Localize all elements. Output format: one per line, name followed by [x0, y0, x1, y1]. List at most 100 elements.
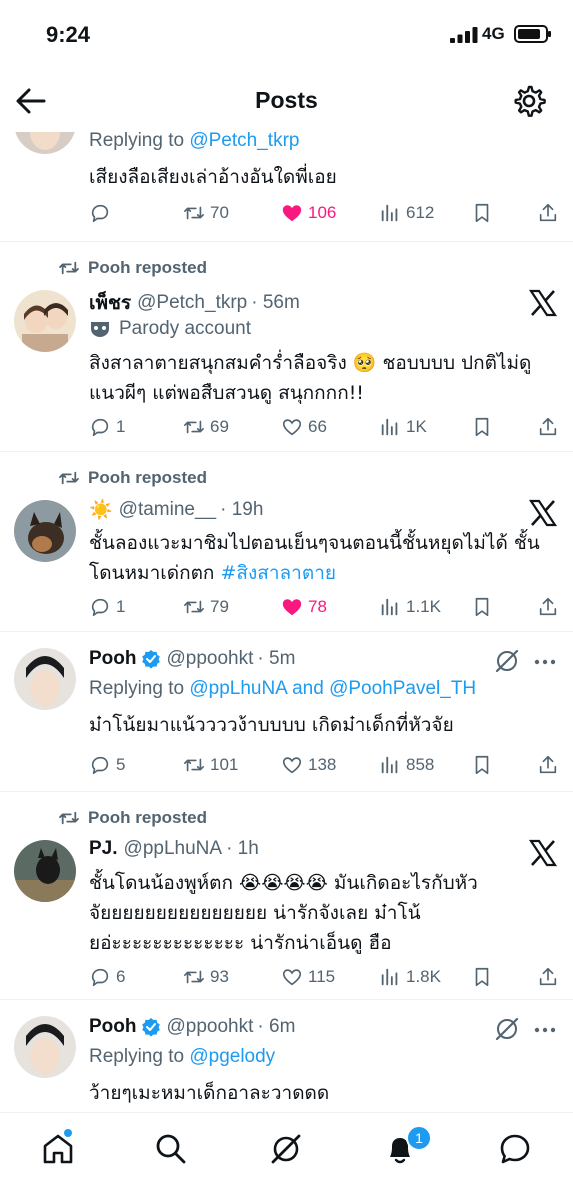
- bookmark-button[interactable]: [471, 752, 493, 778]
- share-button[interactable]: [537, 752, 559, 778]
- nav-search[interactable]: [153, 1131, 189, 1167]
- views-icon: [381, 204, 398, 222]
- repost-button[interactable]: 101: [183, 752, 238, 778]
- reply-button[interactable]: 1: [89, 414, 125, 440]
- replying-to: Replying to @ppLhuNA and @PoohPavel_TH: [89, 678, 477, 699]
- home-icon: [43, 1134, 73, 1164]
- reply-button[interactable]: 1: [89, 594, 125, 620]
- repost-button[interactable]: 93: [183, 964, 229, 990]
- avatar[interactable]: [14, 500, 76, 562]
- bookmark-button[interactable]: [471, 964, 493, 990]
- display-name: Pooh: [89, 648, 137, 669]
- avatar[interactable]: [14, 1016, 76, 1078]
- repost-icon: [59, 261, 79, 275]
- like-button[interactable]: 138: [281, 752, 336, 778]
- share-icon: [539, 967, 557, 986]
- x-logo-icon: [528, 499, 558, 527]
- bookmark-button[interactable]: [471, 594, 493, 620]
- like-button[interactable]: 66: [281, 414, 327, 440]
- status-bar: 9:24 4G: [0, 0, 573, 70]
- signal-icon: [450, 27, 478, 43]
- timestamp: · 5m: [257, 648, 296, 669]
- repost-button[interactable]: 70: [183, 200, 229, 226]
- display-name: ☀️: [89, 500, 113, 521]
- author-line[interactable]: เพ็ชร @Petch_tkrp · 56m: [89, 288, 300, 318]
- mention-link[interactable]: @ppLhuNA and @PoohPavel_TH: [189, 678, 476, 699]
- replying-to: Replying to @pgelody: [89, 1046, 276, 1067]
- bookmark-icon: [475, 755, 489, 775]
- post[interactable]: Replying to @Petch_tkrp เสียงลือเสียงเล่…: [0, 132, 573, 242]
- timestamp: · 19h: [220, 499, 264, 520]
- share-icon: [539, 755, 557, 774]
- avatar[interactable]: [14, 290, 76, 352]
- more-options-icon[interactable]: [534, 658, 556, 666]
- timestamp: · 6m: [257, 1016, 296, 1037]
- verified-badge-icon: [141, 650, 160, 669]
- more-options-icon[interactable]: [534, 1026, 556, 1034]
- post[interactable]: Pooh reposted ☀️ @tamine__ · 19h ชั้นลอง…: [0, 452, 573, 632]
- avatar[interactable]: [14, 648, 76, 710]
- post[interactable]: Pooh @ppoohkt · 6m Replying to @pgelody …: [0, 1000, 573, 1112]
- feed: Replying to @Petch_tkrp เสียงลือเสียงเล่…: [0, 132, 573, 1112]
- bottom-nav: 1: [0, 1112, 573, 1200]
- views-button[interactable]: 1.8K: [379, 964, 441, 990]
- reply-button[interactable]: 5: [89, 752, 125, 778]
- home-unread-dot: [64, 1129, 72, 1137]
- repost-indicator: Pooh reposted: [58, 808, 207, 828]
- grok-icon[interactable]: [494, 648, 520, 674]
- like-button[interactable]: 106: [281, 200, 336, 226]
- nav-grok[interactable]: [268, 1131, 304, 1167]
- repost-icon: [184, 600, 204, 614]
- hashtag-link[interactable]: #สิงสาลาตาย: [220, 562, 336, 584]
- nav-home[interactable]: [40, 1131, 76, 1167]
- bookmark-button[interactable]: [471, 200, 493, 226]
- post-actions: 6 93 115 1.8K: [89, 964, 559, 990]
- views-button[interactable]: 1K: [379, 414, 427, 440]
- reply-button[interactable]: 6: [89, 964, 125, 990]
- author-line[interactable]: PJ. @ppLhuNA · 1h: [89, 838, 259, 860]
- mention-link[interactable]: @Petch_tkrp: [189, 132, 299, 151]
- post-actions: 1 79 78 1.1K: [89, 594, 559, 620]
- bookmark-button[interactable]: [471, 414, 493, 440]
- post[interactable]: Pooh reposted PJ. @ppLhuNA · 1h ชั้นโดนน…: [0, 792, 573, 1000]
- mention-link[interactable]: @pgelody: [189, 1046, 275, 1067]
- views-icon: [381, 418, 398, 436]
- reply-button[interactable]: [89, 200, 116, 226]
- post[interactable]: Pooh reposted เพ็ชร @Petch_tkrp · 56m Pa…: [0, 242, 573, 452]
- author-line[interactable]: ☀️ @tamine__ · 19h: [89, 498, 263, 522]
- repost-button[interactable]: 79: [183, 594, 229, 620]
- grok-icon[interactable]: [494, 1016, 520, 1042]
- nav-messages[interactable]: [497, 1131, 533, 1167]
- page-title: Posts: [255, 87, 318, 113]
- share-button[interactable]: [537, 200, 559, 226]
- bookmark-icon: [475, 203, 489, 223]
- reply-icon: [91, 204, 109, 223]
- grok-icon: [271, 1134, 301, 1164]
- views-button[interactable]: 858: [379, 752, 434, 778]
- avatar[interactable]: [14, 840, 76, 902]
- post[interactable]: Pooh @ppoohkt · 5m Replying to @ppLhuNA …: [0, 632, 573, 792]
- share-icon: [539, 417, 557, 436]
- post-actions: 5 101 138 858: [89, 752, 559, 778]
- like-button[interactable]: 78: [281, 594, 327, 620]
- avatar[interactable]: [14, 132, 76, 154]
- bookmark-icon: [475, 597, 489, 617]
- repost-indicator: Pooh reposted: [58, 258, 207, 278]
- share-button[interactable]: [537, 594, 559, 620]
- like-button[interactable]: 115: [281, 964, 335, 990]
- heart-icon: [282, 757, 302, 774]
- author-line[interactable]: Pooh @ppoohkt · 5m: [89, 648, 295, 670]
- repost-button[interactable]: 69: [183, 414, 229, 440]
- author-line[interactable]: Pooh @ppoohkt · 6m: [89, 1016, 295, 1038]
- views-button[interactable]: 1.1K: [379, 594, 441, 620]
- gear-icon[interactable]: [512, 84, 546, 118]
- post-actions: 1 69 66 1K: [89, 414, 559, 440]
- x-logo-icon: [528, 839, 558, 867]
- views-button[interactable]: 612: [379, 200, 434, 226]
- timestamp: · 1h: [226, 838, 259, 859]
- share-button[interactable]: [537, 414, 559, 440]
- repost-icon: [184, 420, 204, 434]
- status-time: 9:24: [46, 22, 91, 47]
- share-button[interactable]: [537, 964, 559, 990]
- post-text: ว้ายๆเมะหมาเด็กอาละวาดดด: [89, 1082, 330, 1104]
